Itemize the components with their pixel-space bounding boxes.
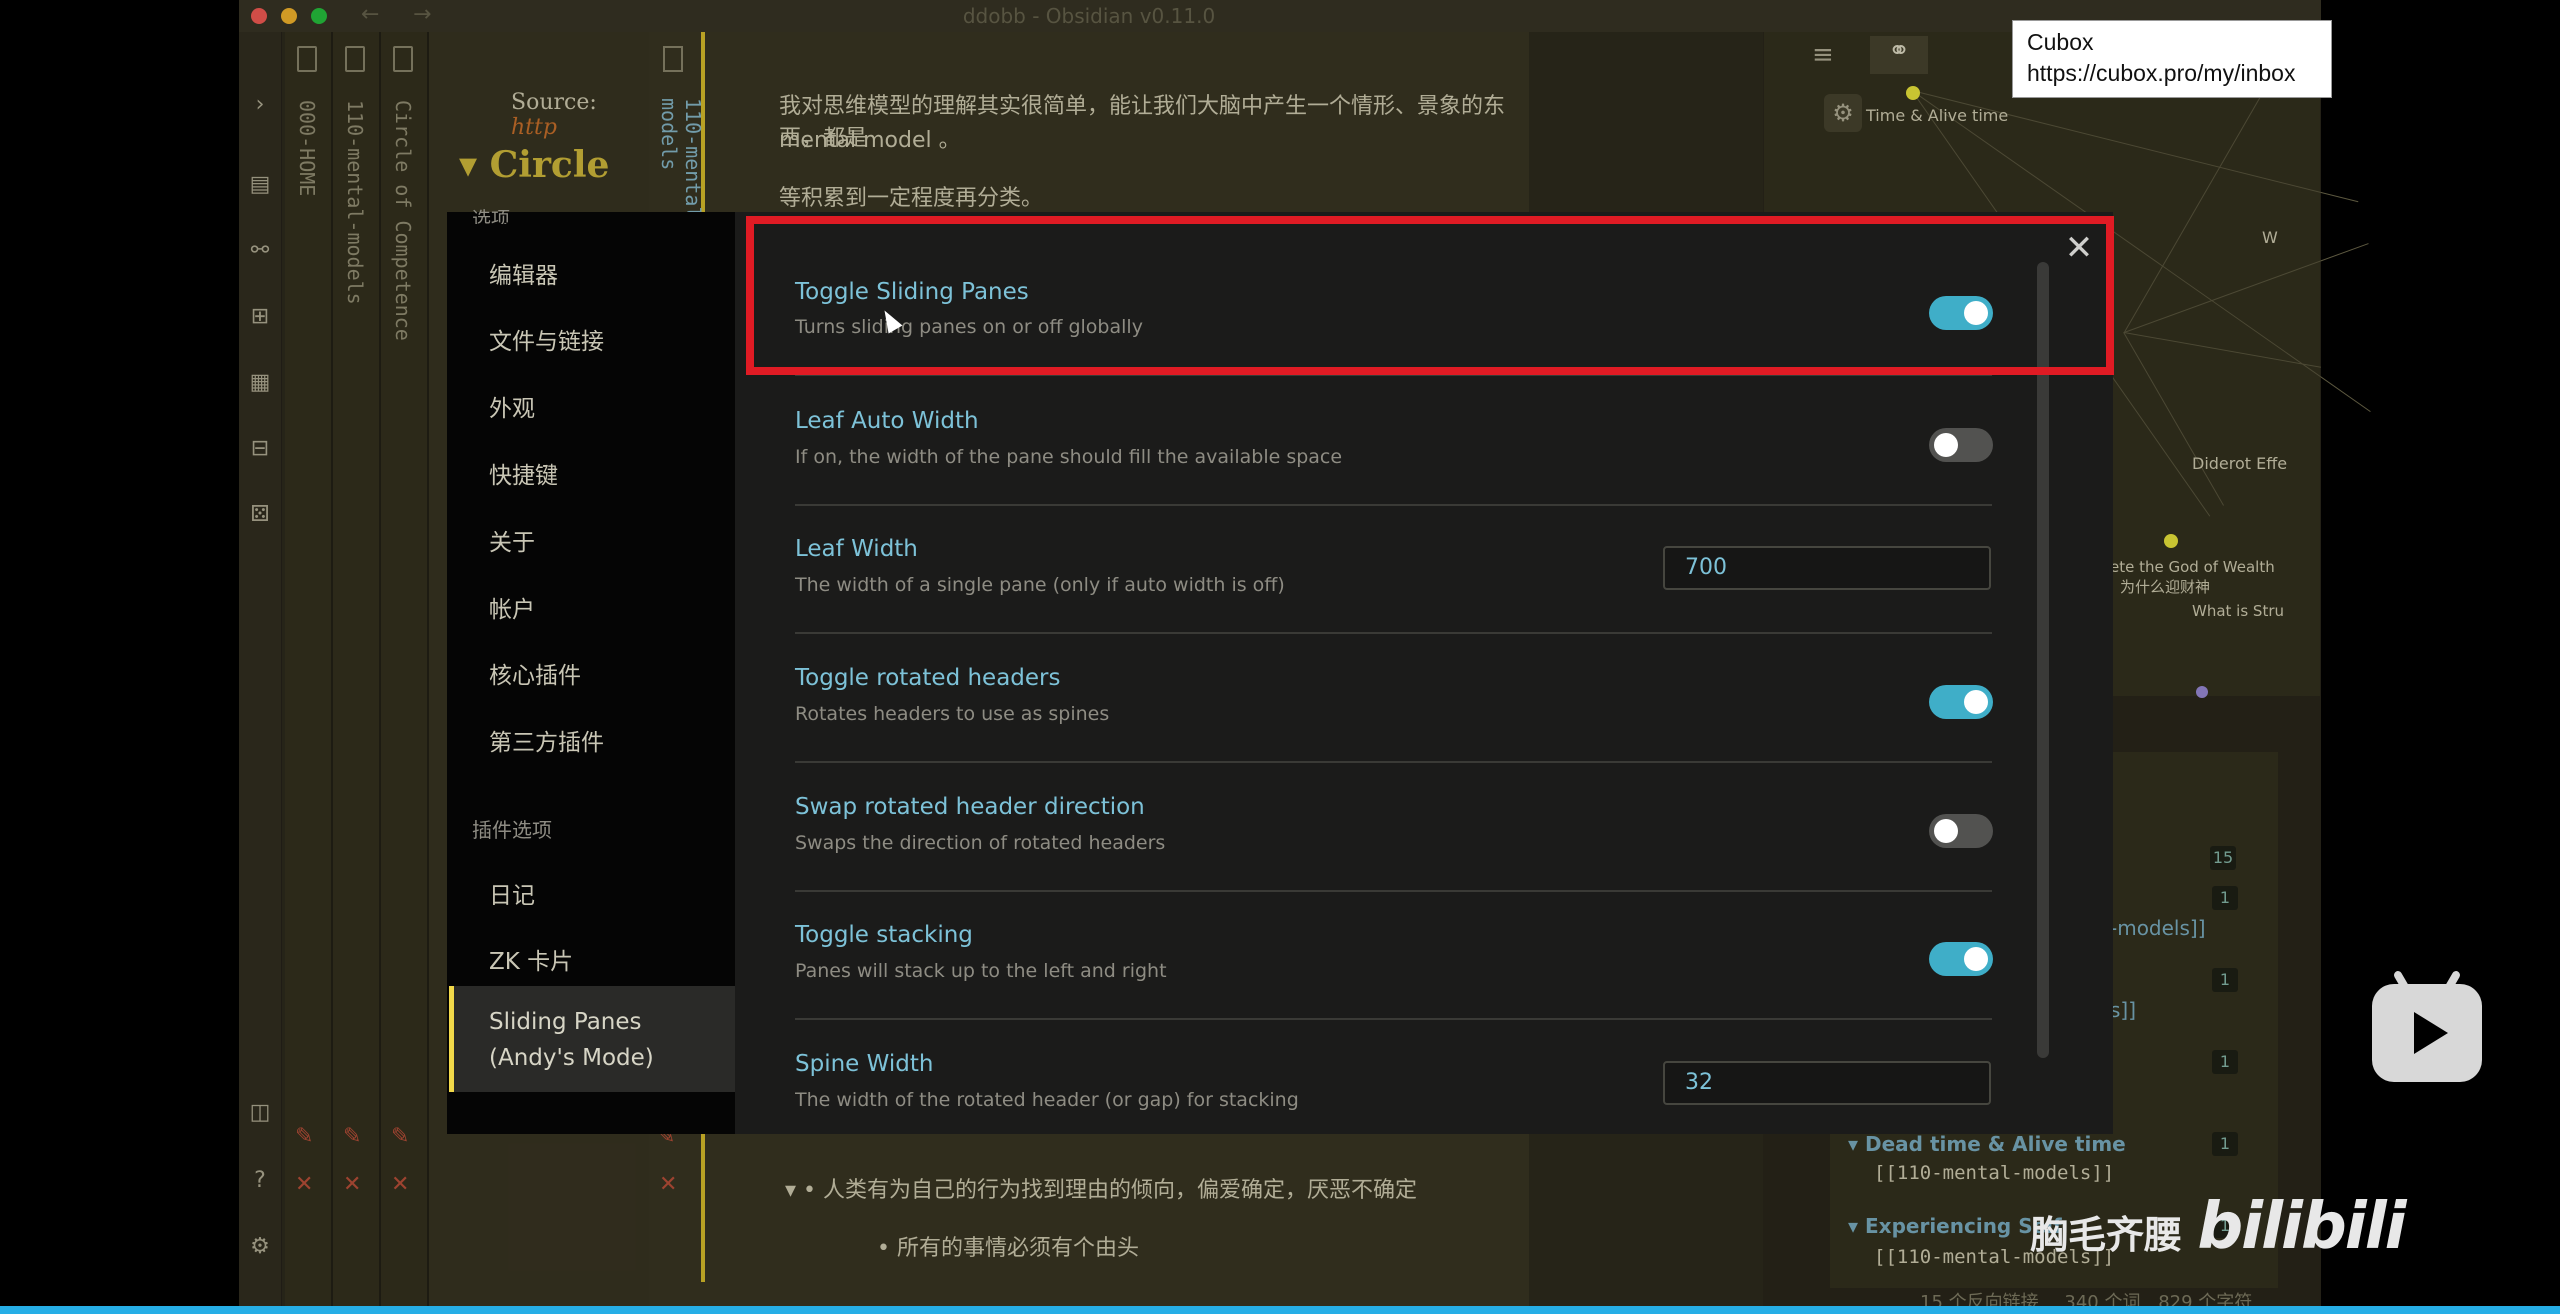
nav-item-core-plugins[interactable]: 核心插件: [489, 656, 581, 690]
setting-swap-rotated-direction: Swap rotated header direction Swaps the …: [795, 762, 1993, 892]
toggle-switch[interactable]: [1929, 814, 1993, 848]
tooltip-title: Cubox: [2027, 29, 2094, 55]
setting-description: The width of a single pane (only if auto…: [795, 574, 1285, 596]
nav-item-daily-notes[interactable]: 日记: [489, 876, 535, 910]
setting-leaf-auto-width: Leaf Auto Width If on, the width of the …: [795, 376, 1993, 506]
toggle-switch[interactable]: [1929, 942, 1993, 976]
setting-description: Rotates headers to use as spines: [795, 703, 1110, 725]
settings-scrollbar[interactable]: [2037, 262, 2049, 1058]
nav-item-about[interactable]: 关于: [489, 523, 535, 557]
setting-description: Swaps the direction of rotated headers: [795, 832, 1166, 854]
leaf-width-input[interactable]: 700: [1663, 546, 1991, 590]
setting-name: Swap rotated header direction: [795, 794, 1145, 820]
spine-width-input[interactable]: 32: [1663, 1061, 1991, 1105]
setting-leaf-width: Leaf Width The width of a single pane (o…: [795, 504, 1992, 634]
nav-item-hotkeys[interactable]: 快捷键: [489, 456, 558, 490]
toggle-switch[interactable]: [1929, 685, 1993, 719]
nav-item-community-plugins[interactable]: 第三方插件: [489, 723, 604, 757]
nav-item-appearance[interactable]: 外观: [489, 389, 535, 423]
tooltip-url: https://cubox.pro/my/inbox: [2027, 60, 2296, 86]
setting-name: Spine Width: [795, 1051, 934, 1077]
nav-item-sliding-panes-label: Sliding Panes (Andy's Mode): [489, 1009, 654, 1071]
setting-description: The width of the rotated header (or gap)…: [795, 1089, 1299, 1111]
nav-section-heading: 选项: [472, 208, 511, 224]
setting-spine-width: Spine Width The width of the rotated hea…: [795, 1019, 1992, 1111]
setting-toggle-stacking: Toggle stacking Panes will stack up to t…: [795, 890, 1993, 1020]
setting-name: Leaf Auto Width: [795, 408, 979, 434]
setting-name: Leaf Width: [795, 536, 918, 562]
bilibili-watermark: 胸毛齐腰 bilibili: [2030, 1190, 2407, 1264]
nav-item-editor[interactable]: 编辑器: [489, 256, 558, 290]
setting-name: Toggle stacking: [795, 922, 973, 948]
setting-description: Panes will stack up to the left and righ…: [795, 960, 1167, 982]
bilibili-play-icon[interactable]: [2372, 969, 2482, 1082]
uploader-name: 胸毛齐腰: [2030, 1213, 2183, 1257]
nav-item-files-links[interactable]: 文件与链接: [489, 322, 604, 356]
link-tooltip: Cubox https://cubox.pro/my/inbox: [2012, 20, 2332, 98]
nav-item-zk-cards[interactable]: ZK 卡片: [489, 942, 573, 976]
plugin-options-heading: 插件选项: [472, 818, 552, 842]
setting-description: If on, the width of the pane should fill…: [795, 446, 1343, 468]
toggle-switch[interactable]: [1929, 428, 1993, 462]
setting-name: Toggle rotated headers: [795, 665, 1061, 691]
bilibili-logo: bilibili: [2197, 1190, 2406, 1264]
annotation-highlight-box: [746, 216, 2114, 375]
video-progress-bar[interactable]: [0, 1306, 2560, 1314]
setting-rotated-headers: Toggle rotated headers Rotates headers t…: [795, 633, 1993, 763]
nav-item-account[interactable]: 帐户: [489, 590, 535, 624]
